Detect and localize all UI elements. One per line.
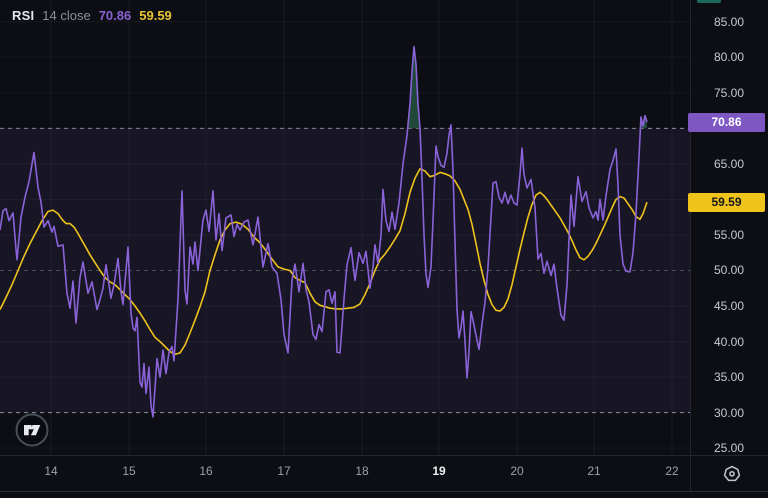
rsi-chart-canvas[interactable] xyxy=(0,0,768,498)
indicator-value-rsi: 70.86 xyxy=(99,8,132,23)
indicator-title: RSI xyxy=(12,8,34,23)
price-tick-label: 80.00 xyxy=(690,49,768,65)
price-tick-label: 25.00 xyxy=(690,440,768,456)
indicator-params: 14 close xyxy=(42,8,90,23)
time-tick-label: 20 xyxy=(501,463,533,479)
price-tick-label: 75.00 xyxy=(690,85,768,101)
indicator-value-ma: 59.59 xyxy=(139,8,172,23)
price-tick-label: 50.00 xyxy=(690,262,768,278)
price-tick-label: 45.00 xyxy=(690,298,768,314)
time-tick-label: 16 xyxy=(190,463,222,479)
time-tick-label: 22 xyxy=(656,463,688,479)
rsi-value-badge: 70.86 xyxy=(688,113,765,132)
price-tick-label: 85.00 xyxy=(690,14,768,30)
price-tick-label: 55.00 xyxy=(690,227,768,243)
time-tick-label: 19 xyxy=(423,463,455,479)
ma-value-badge: 59.59 xyxy=(688,193,765,212)
settings-gear-icon[interactable] xyxy=(722,464,742,484)
price-tick-label: 40.00 xyxy=(690,334,768,350)
time-tick-label: 14 xyxy=(35,463,67,479)
time-tick-label: 17 xyxy=(268,463,300,479)
price-badge-sliver xyxy=(697,0,721,3)
indicator-legend[interactable]: RSI 14 close 70.86 59.59 xyxy=(12,8,172,23)
price-tick-label: 65.00 xyxy=(690,156,768,172)
price-tick-label: 30.00 xyxy=(690,405,768,421)
time-tick-label: 21 xyxy=(578,463,610,479)
time-tick-label: 15 xyxy=(113,463,145,479)
price-tick-label: 35.00 xyxy=(690,369,768,385)
rsi-indicator-pane[interactable]: RSI 14 close 70.86 59.59 85.00 80.00 75.00… xyxy=(0,0,768,498)
time-tick-label: 18 xyxy=(346,463,378,479)
tradingview-logo[interactable] xyxy=(15,413,49,447)
